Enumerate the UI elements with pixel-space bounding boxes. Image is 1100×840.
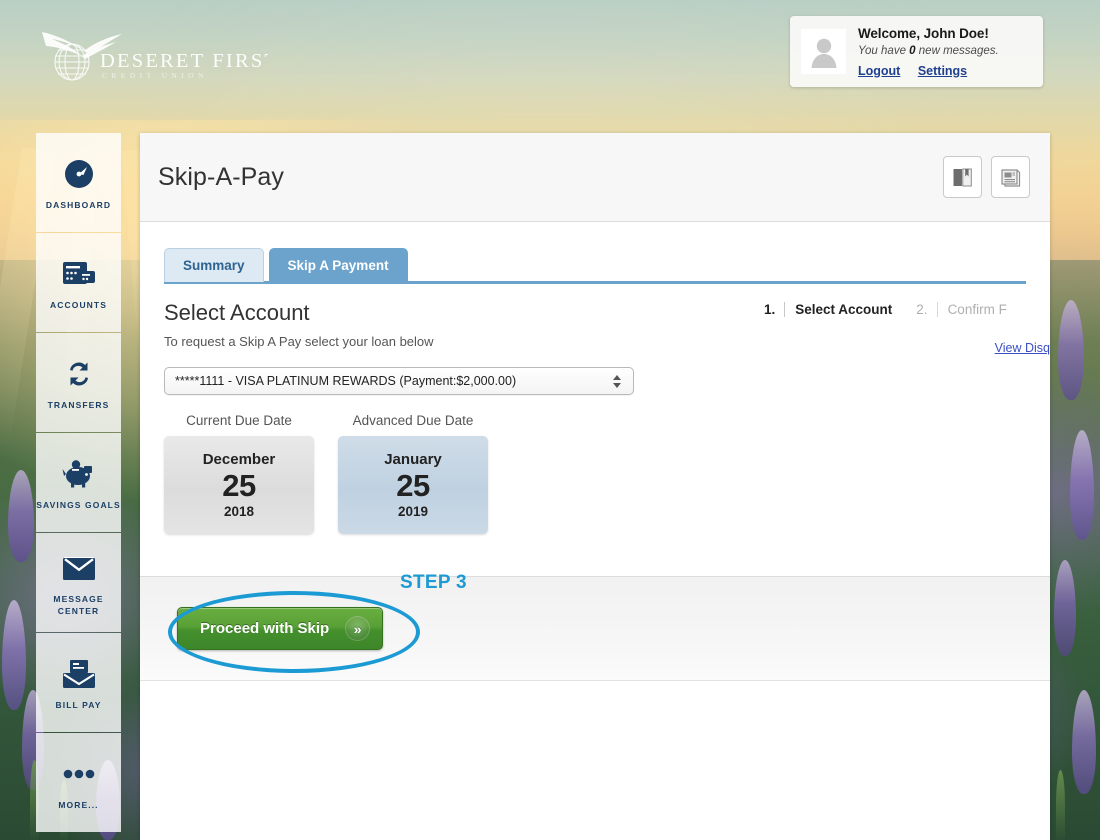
proceed-with-skip-button[interactable]: Proceed with Skip »	[177, 607, 384, 651]
stepper-arrows-icon[interactable]	[611, 374, 623, 388]
main-content-panel: Skip-A-Pay Summary Skip A Payment Select…	[140, 133, 1050, 840]
sidebar-nav: Dashboard Accounts Transfers	[36, 133, 121, 833]
panel-header: Skip-A-Pay	[140, 133, 1050, 222]
advanced-due-date-card: January 25 2019	[338, 436, 488, 535]
sidebar-item-accounts[interactable]: Accounts	[36, 233, 121, 332]
messages-count: 0	[909, 44, 916, 57]
advanced-due-date-column: Advanced Due Date January 25 2019	[338, 413, 488, 535]
advanced-due-year: 2019	[397, 503, 429, 519]
sidebar-label-transfers: Transfers	[47, 399, 110, 410]
envelope-icon	[62, 548, 96, 588]
speedometer-icon	[63, 154, 95, 194]
section-header-row: Select Account To request a Skip A Pay s…	[164, 300, 1050, 355]
current-due-month: December	[202, 451, 276, 469]
brand-logo[interactable]: DESERET FIRST CREDIT UNION	[38, 26, 268, 86]
sidebar-item-savings-goals[interactable]: Savings Goals	[36, 433, 121, 532]
welcome-prefix: Welcome,	[858, 25, 920, 41]
sidebar-label-bill-pay: Bill Pay	[55, 699, 102, 710]
step-1-label: Select Account	[784, 302, 892, 318]
tab-bar: Summary Skip A Payment	[164, 248, 1026, 283]
sidebar-item-more[interactable]: More...	[36, 733, 121, 832]
current-due-date-caption: Current Due Date	[186, 413, 292, 429]
panel-body: Summary Skip A Payment Select Account To…	[140, 222, 1050, 682]
open-book-icon	[953, 168, 972, 186]
current-due-day: 25	[222, 468, 256, 504]
logout-link[interactable]: Logout	[858, 64, 900, 78]
current-due-date-column: Current Due Date December 25 2018	[164, 413, 314, 535]
sidebar-label-message-center: Message Center	[53, 594, 104, 616]
message-count-line: You have 0 new messages.	[858, 44, 999, 59]
bill-envelope-icon	[62, 654, 96, 694]
action-footer-band: Proceed with Skip »	[140, 576, 1050, 682]
sidebar-label-dashboard: Dashboard	[45, 199, 112, 210]
sidebar-item-dashboard[interactable]: Dashboard	[36, 133, 121, 232]
sidebar-item-message-center[interactable]: Message Center	[36, 533, 121, 632]
step-2-number: 2.	[916, 302, 928, 318]
ellipsis-icon	[62, 754, 96, 794]
tab-summary[interactable]: Summary	[164, 248, 264, 283]
document-print-icon	[1001, 168, 1021, 187]
welcome-username: John Doe!	[923, 25, 989, 41]
double-chevron-right-icon: »	[345, 616, 371, 642]
welcome-card: Welcome, John Doe! You have 0 new messag…	[790, 16, 1043, 87]
step-2: 2. Confirm F	[916, 302, 1007, 318]
piggy-bank-icon	[62, 454, 96, 494]
header-actions	[943, 156, 1030, 198]
step-1: 1. Select Account	[764, 302, 892, 318]
messages-prefix: You have	[858, 44, 906, 57]
welcome-greeting: Welcome, John Doe!	[858, 25, 999, 42]
account-select-value: *****1111 - VISA PLATINUM REWARDS (Payme…	[175, 374, 517, 389]
page-title: Skip-A-Pay	[158, 162, 285, 191]
proceed-button-label: Proceed with Skip	[200, 620, 330, 638]
advanced-due-date-caption: Advanced Due Date	[352, 413, 474, 429]
logo-subtitle: CREDIT UNION	[102, 71, 208, 80]
view-disclosure-link[interactable]: View Disq	[995, 341, 1050, 355]
print-button[interactable]	[991, 156, 1030, 198]
wallet-icon	[62, 254, 96, 294]
sidebar-item-transfers[interactable]: Transfers	[36, 333, 121, 432]
guide-button[interactable]	[943, 156, 982, 198]
step-1-number: 1.	[764, 302, 776, 318]
sidebar-label-more: More...	[58, 799, 99, 810]
account-select[interactable]: *****1111 - VISA PLATINUM REWARDS (Payme…	[164, 367, 634, 396]
current-due-date-card: December 25 2018	[164, 436, 314, 535]
step-badge-annotation: STEP 3	[400, 572, 467, 593]
user-avatar-icon	[811, 38, 836, 68]
messages-suffix: new messages.	[918, 44, 999, 57]
sidebar-label-savings-goals: Savings Goals	[36, 499, 121, 510]
advanced-due-month: January	[384, 451, 442, 469]
due-date-cards: Current Due Date December 25 2018 Advanc…	[164, 413, 1026, 535]
advanced-due-day: 25	[396, 468, 430, 504]
settings-link[interactable]: Settings	[918, 64, 967, 78]
sidebar-label-accounts: Accounts	[50, 299, 107, 310]
transfer-arrows-icon	[63, 354, 95, 394]
logo-title: DESERET FIRST	[100, 50, 268, 72]
avatar	[801, 29, 846, 74]
step-2-label: Confirm F	[936, 302, 1007, 318]
tab-skip-a-payment[interactable]: Skip A Payment	[268, 248, 408, 283]
current-due-year: 2018	[223, 503, 255, 519]
sidebar-item-bill-pay[interactable]: Bill Pay	[36, 633, 121, 732]
step-indicator: 1. Select Account 2. Confirm F View Disq	[764, 302, 1050, 357]
